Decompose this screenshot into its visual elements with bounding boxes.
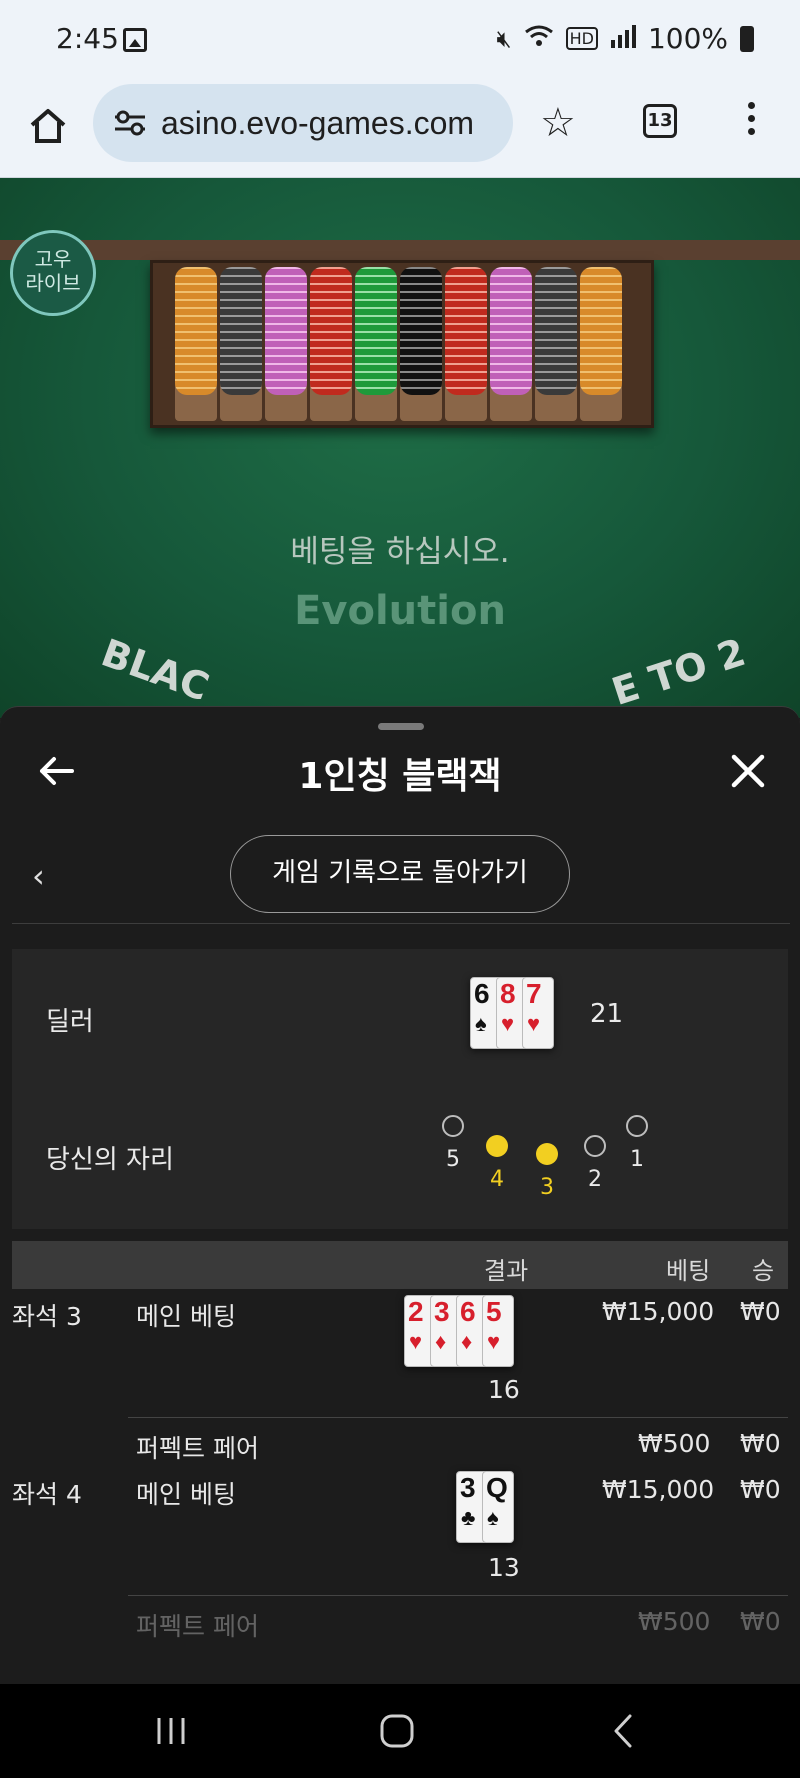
dealer-cards: 6 ♠ 8 ♥ 7 ♥ [470,977,554,1049]
home-icon[interactable] [28,106,68,146]
status-time: 2:45 [56,22,119,55]
site-settings-icon[interactable] [113,109,147,137]
column-win: 승 [752,1257,775,1285]
drag-handle[interactable] [378,723,424,730]
betting-message: 베팅을 하십시오. [290,534,510,570]
seat-4-number: 4 [490,1167,504,1192]
chip-tray [150,260,654,428]
game-video-area: 고우 라이브 베팅을 하십시오. Evolution BLAC E TO 2 [0,178,800,718]
seat-4-indicator [486,1135,508,1157]
win-amount: ₩0 [740,1297,781,1326]
seat-1-number: 1 [630,1147,644,1172]
bet-amount: ₩15,000 [602,1475,715,1504]
seat-5-indicator [442,1115,464,1137]
bet-type: 메인 베팅 [136,1302,236,1331]
tab-switcher-button[interactable]: 13 [643,104,677,138]
seat-5-number: 5 [446,1147,460,1172]
address-bar[interactable]: asino.evo-games.com [93,84,513,162]
your-seat-label: 당신의 자리 [46,1145,174,1175]
status-bar: 2:45 🔇︎ HD 100% [0,0,800,80]
table-ledge [0,240,800,260]
panel-title: 1인칭 블랙잭 [298,756,502,797]
more-menu-icon[interactable] [748,102,756,141]
bet-type: 메인 베팅 [136,1480,236,1509]
dealer-label: 딜러 [46,1007,94,1037]
win-amount: ₩0 [740,1429,781,1458]
playing-card: 5 ♥ [482,1295,514,1367]
seat-2-indicator [584,1135,606,1157]
bet-type: 퍼펙트 페어 [136,1434,259,1463]
seat-3-number: 3 [540,1175,554,1200]
seat-3-indicator [536,1143,558,1165]
bet-amount: ₩500 [638,1429,711,1458]
seat-2-number: 2 [588,1167,602,1192]
back-button-icon[interactable] [608,1712,638,1750]
bet-amount: ₩15,000 [602,1297,715,1326]
dealer-total: 21 [590,999,624,1029]
win-amount: ₩0 [740,1475,781,1504]
evolution-logo: Evolution [294,588,506,634]
table-header: 결과 베팅 승 [12,1241,788,1289]
seat-label: 좌석 3 [12,1302,82,1331]
hand-cards: 2 ♥ 3 ♦ 6 ♦ 5 ♥ [404,1295,514,1367]
hand-total: 13 [488,1553,520,1582]
game-history-panel: 1인칭 블랙잭 ‹ 게임 기록으로 돌아가기 딜러 6 ♠ 8 ♥ 7 ♥ 21 당신… [0,706,800,1684]
url-text[interactable]: asino.evo-games.com [161,105,474,142]
recent-apps-icon[interactable] [154,1714,188,1748]
column-result: 결과 [484,1257,529,1285]
system-navigation-bar [0,1684,800,1778]
back-to-history-button[interactable]: 게임 기록으로 돌아가기 [230,835,570,913]
browser-toolbar: asino.evo-games.com ☆ 13 [0,80,800,178]
column-bet: 베팅 [666,1257,711,1285]
wifi-icon [524,24,554,54]
hd-icon: HD [565,27,598,50]
seat-1-indicator [626,1115,648,1137]
chevron-left-icon[interactable]: ‹ [32,857,45,895]
hand-total: 16 [488,1375,520,1404]
win-amount: ₩0 [740,1607,781,1636]
bet-type: 퍼펙트 페어 [136,1612,259,1641]
signal-icon [610,22,636,55]
image-notification-icon [123,28,147,52]
mute-icon: 🔇︎ [496,24,512,53]
round-summary: 딜러 6 ♠ 8 ♥ 7 ♥ 21 당신의 자리 5 4 3 2 1 [12,949,788,1229]
live-badge[interactable]: 고우 라이브 [10,230,96,316]
close-icon[interactable] [728,751,768,791]
divider [12,923,790,924]
playing-card: 7 ♥ [522,977,554,1049]
bet-amount: ₩500 [638,1607,711,1636]
battery-percent: 100% [647,22,728,55]
battery-icon [740,25,754,52]
hand-cards: 3 ♣ Q ♠ [456,1471,514,1543]
bookmark-star-icon[interactable]: ☆ [540,100,576,146]
playing-card: Q ♠ [482,1471,514,1543]
home-button-icon[interactable] [378,1712,416,1750]
seat-label: 좌석 4 [12,1480,82,1509]
